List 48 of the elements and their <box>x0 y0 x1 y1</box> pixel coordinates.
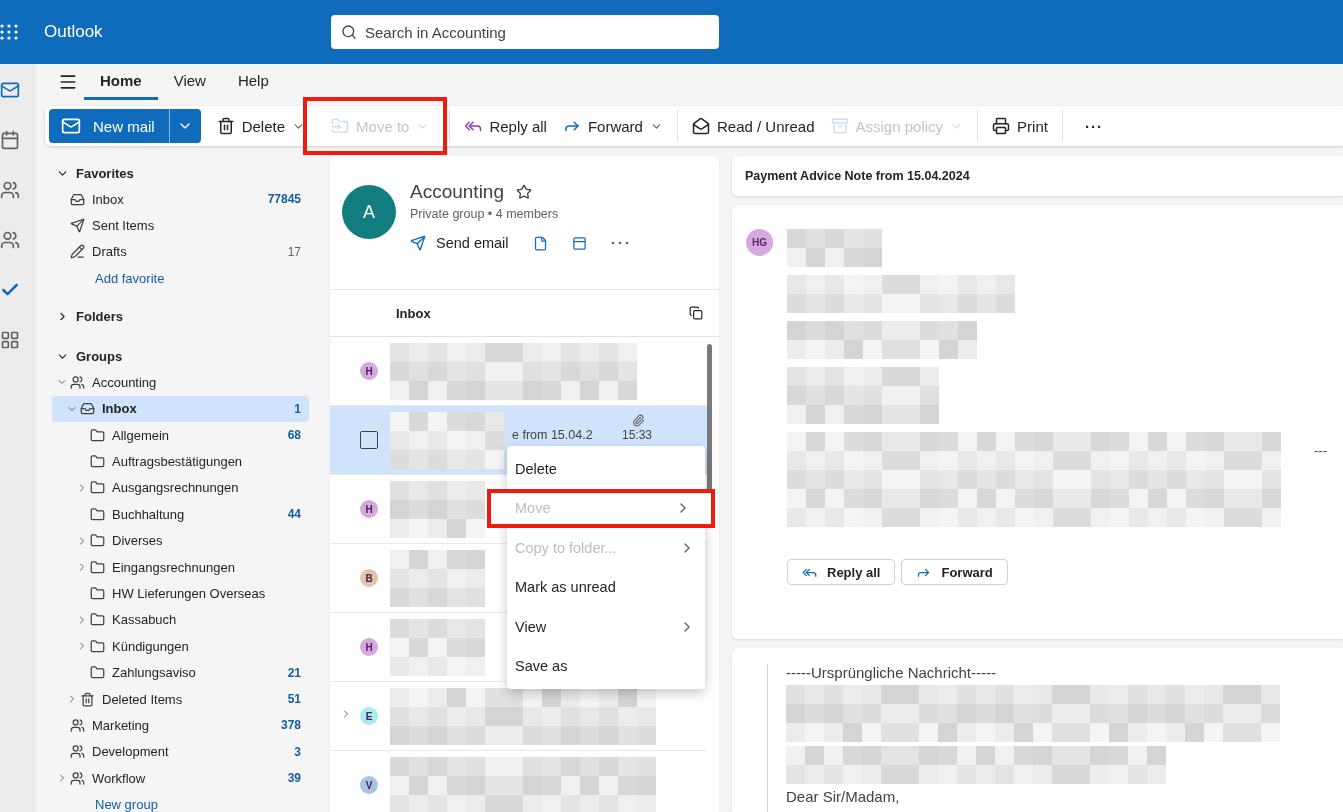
unread-count: 77845 <box>267 192 301 207</box>
unread-count: 68 <box>287 428 301 443</box>
folder-name: Deleted Items <box>102 691 184 707</box>
folder-name: Eingangsrechnungen <box>112 559 236 575</box>
separator-text: --- <box>1314 443 1327 458</box>
folder-name: HW Lieferungen Overseas <box>112 586 267 601</box>
folder-name: Inbox <box>102 401 138 417</box>
unread-count: 1 <box>294 401 301 416</box>
unread-count: 44 <box>287 507 301 522</box>
sender-avatar: V <box>360 776 378 794</box>
message-preview: e from 15.04.2 <box>512 428 593 442</box>
folder-name: Inbox <box>92 191 125 207</box>
list-title: Inbox <box>396 305 431 321</box>
group-avatar: A <box>342 185 396 239</box>
search-placeholder: Search in Accounting <box>365 23 506 41</box>
message-subject: Payment Advice Note from 15.04.2024 <box>732 156 1343 196</box>
folder-name: Development <box>92 744 170 760</box>
sender-avatar: H <box>360 500 378 518</box>
greeting: Dear Sir/Madam, <box>786 788 901 805</box>
sender-avatar: H <box>360 638 378 656</box>
unread-count: 17 <box>287 244 301 259</box>
folder-name: Drafts <box>92 244 128 260</box>
group-meta: Private group • 4 members <box>410 207 560 221</box>
sender-avatar: B <box>360 569 378 587</box>
folder-name: Sent Items <box>92 218 156 234</box>
quote-header: -----Ursprüngliche Nachricht----- <box>786 664 997 681</box>
folder-name: Accounting <box>92 374 158 390</box>
unread-count: 21 <box>287 665 301 680</box>
folder-name: Allgemein <box>112 427 171 443</box>
unread-count: 39 <box>287 771 301 786</box>
folder-name: Auftragsbestätigungen <box>112 454 244 470</box>
folder-name: Marketing <box>92 717 151 733</box>
sender-avatar: H <box>360 362 378 380</box>
sender-avatar: HG <box>746 229 773 256</box>
app-name: Outlook <box>44 22 104 42</box>
sender-avatar: E <box>360 707 378 725</box>
folder-name: Zahlungsaviso <box>112 665 197 681</box>
group-name: Accounting <box>410 181 504 203</box>
unread-count: 3 <box>294 744 301 759</box>
folder-name: Kassabuch <box>112 612 178 628</box>
folder-name: Buchhaltung <box>112 506 186 522</box>
message-time: 15:33 <box>622 428 653 442</box>
unread-count: 51 <box>287 692 301 707</box>
folder-name: Diverses <box>112 533 164 549</box>
folder-name: Workflow <box>92 770 147 786</box>
unread-count: 378 <box>280 718 301 733</box>
folder-name: Kündigungen <box>112 638 190 654</box>
folder-name: Ausgangsrechnungen <box>112 480 240 496</box>
